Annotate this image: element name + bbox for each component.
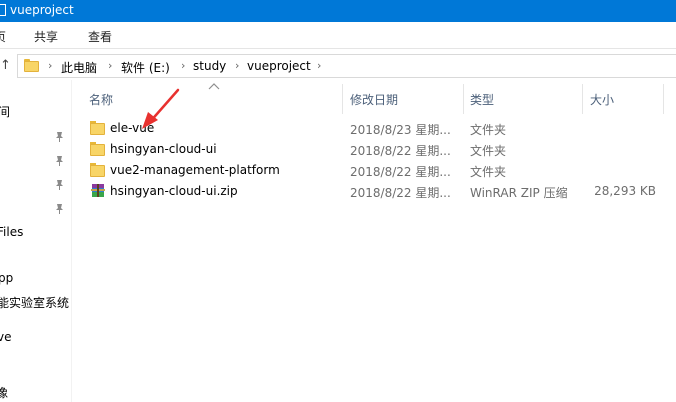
pin-icon (55, 131, 64, 142)
file-name: hsingyan-cloud-ui (110, 142, 217, 156)
ribbon: 页 共享 查看 (0, 22, 676, 49)
file-row[interactable]: hsingyan-cloud-ui.zip 2018/8/22 星期... Wi… (72, 181, 676, 202)
file-type: 文件夹 (470, 165, 507, 179)
breadcrumb-separator[interactable]: › (235, 59, 239, 72)
column-header-date[interactable]: 修改日期 (350, 91, 398, 108)
file-date: 2018/8/23 星期... (350, 123, 451, 137)
folder-icon (90, 121, 105, 135)
file-type: WinRAR ZIP 压缩 (470, 186, 568, 200)
file-row[interactable]: vue2-management-platform 2018/8/22 星期...… (72, 160, 676, 181)
breadcrumb-drive-e[interactable]: 软件 (E:) (121, 59, 170, 76)
nav-item-files[interactable]: Files (0, 225, 23, 239)
nav-item-pictures[interactable]: 像 (0, 384, 8, 401)
pin-icon (55, 203, 64, 214)
breadcrumb-separator[interactable]: › (48, 59, 52, 72)
address-bar: ↑ › 此电脑 › 软件 (E:) › study › vueproject › (0, 52, 676, 80)
breadcrumb-separator[interactable]: › (181, 59, 185, 72)
breadcrumb-vueproject[interactable]: vueproject (247, 59, 311, 73)
nav-item-app[interactable]: pp (0, 271, 13, 285)
column-divider[interactable] (463, 84, 464, 114)
file-date: 2018/8/22 星期... (350, 165, 451, 179)
file-type: 文件夹 (470, 123, 507, 137)
file-row[interactable]: hsingyan-cloud-ui 2018/8/22 星期... 文件夹 (72, 139, 676, 160)
file-name: vue2-management-platform (110, 163, 280, 177)
file-date: 2018/8/22 星期... (350, 144, 451, 158)
tab-home[interactable]: 页 (0, 28, 6, 45)
title-bar: vueproject (0, 0, 676, 22)
pin-icon (55, 155, 64, 166)
column-header-size[interactable]: 大小 (590, 91, 614, 108)
nav-item-drive[interactable]: ve (0, 330, 11, 344)
column-header-type[interactable]: 类型 (470, 91, 494, 108)
sort-ascending-icon (208, 83, 220, 90)
tab-share[interactable]: 共享 (34, 28, 58, 45)
breadcrumb-separator[interactable]: › (108, 59, 112, 72)
breadcrumb-study[interactable]: study (193, 59, 226, 73)
quick-access-toolbar-icon[interactable] (0, 4, 6, 16)
tab-view[interactable]: 查看 (88, 28, 112, 45)
up-arrow-icon[interactable]: ↑ (0, 58, 12, 74)
folder-icon (90, 163, 105, 177)
file-type: 文件夹 (470, 144, 507, 158)
address-box[interactable]: › 此电脑 › 软件 (E:) › study › vueproject › (17, 54, 676, 78)
column-divider[interactable] (663, 84, 664, 114)
annotation-arrow-icon (142, 88, 180, 129)
pin-icon (55, 179, 64, 190)
winrar-archive-icon (90, 183, 106, 199)
breadcrumb-this-pc[interactable]: 此电脑 (61, 59, 97, 76)
file-size: 28,293 KB (594, 184, 656, 198)
column-divider[interactable] (582, 84, 583, 114)
file-name: hsingyan-cloud-ui.zip (110, 184, 238, 198)
nav-item-quick-access[interactable]: 间 (0, 103, 10, 120)
folder-icon (90, 142, 105, 156)
column-divider[interactable] (342, 84, 343, 114)
column-header-name[interactable]: 名称 (89, 91, 113, 108)
file-date: 2018/8/22 星期... (350, 186, 451, 200)
folder-icon (24, 59, 39, 72)
window-title: vueproject (10, 3, 74, 17)
breadcrumb-separator[interactable]: › (317, 59, 321, 72)
navigation-pane: 间 Files pp 能实验室系统 ve 像 (0, 80, 71, 402)
nav-item-lab-system[interactable]: 能实验室系统 (0, 294, 69, 311)
